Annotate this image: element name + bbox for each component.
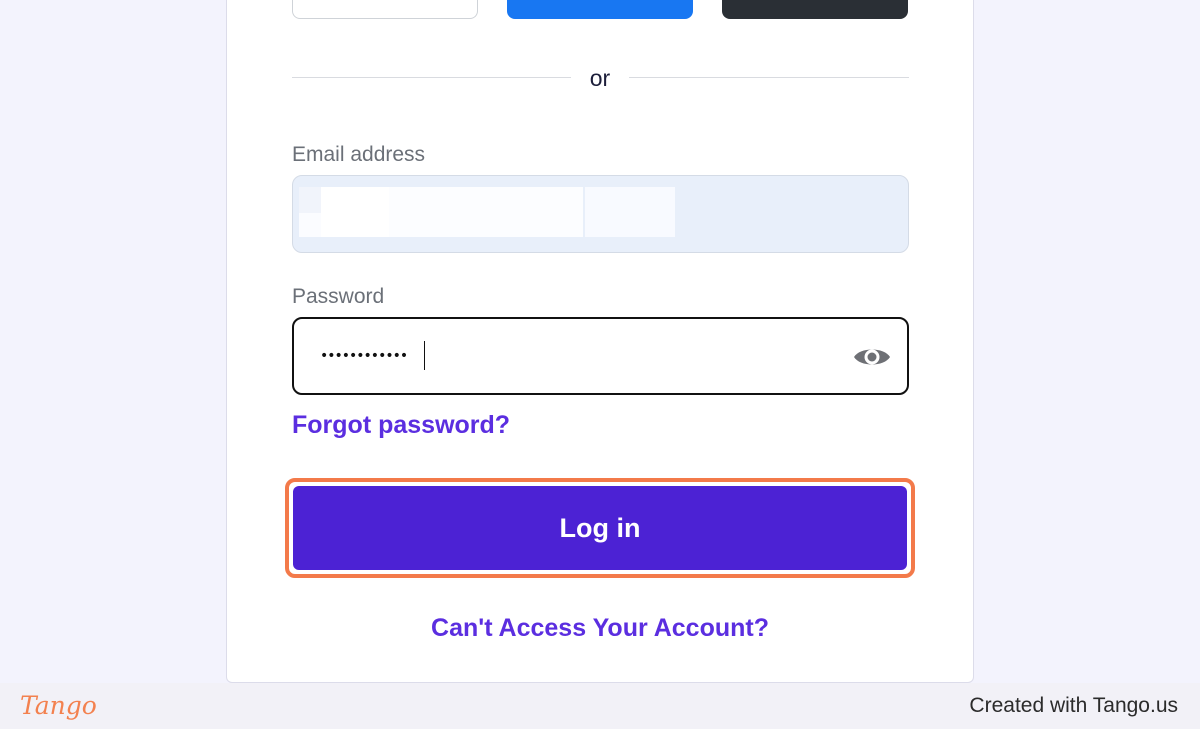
forgot-password-link[interactable]: Forgot password?	[292, 409, 510, 441]
password-label: Password	[292, 285, 385, 308]
text-caret	[424, 341, 425, 370]
eye-icon[interactable]	[853, 344, 891, 370]
google-sso-button[interactable]	[292, 0, 478, 19]
email-label: Email address	[292, 143, 426, 166]
password-field[interactable]: ••••••••••••	[292, 317, 909, 395]
facebook-sso-button[interactable]	[507, 0, 693, 19]
email-field[interactable]	[292, 175, 909, 253]
footer-bar: Tango Created with Tango.us	[0, 683, 1200, 729]
password-value: ••••••••••••	[320, 348, 408, 364]
footer-credit: Created with Tango.us	[969, 694, 1178, 717]
apple-sso-button[interactable]	[722, 0, 908, 19]
divider-line-left	[292, 77, 571, 78]
divider-line-right	[629, 77, 909, 78]
login-button[interactable]: Log in	[293, 486, 907, 570]
divider-text: or	[589, 65, 611, 91]
cant-access-account-link[interactable]: Can't Access Your Account?	[226, 612, 974, 644]
tango-logo: Tango	[20, 691, 97, 720]
email-value-redacted	[299, 187, 675, 237]
